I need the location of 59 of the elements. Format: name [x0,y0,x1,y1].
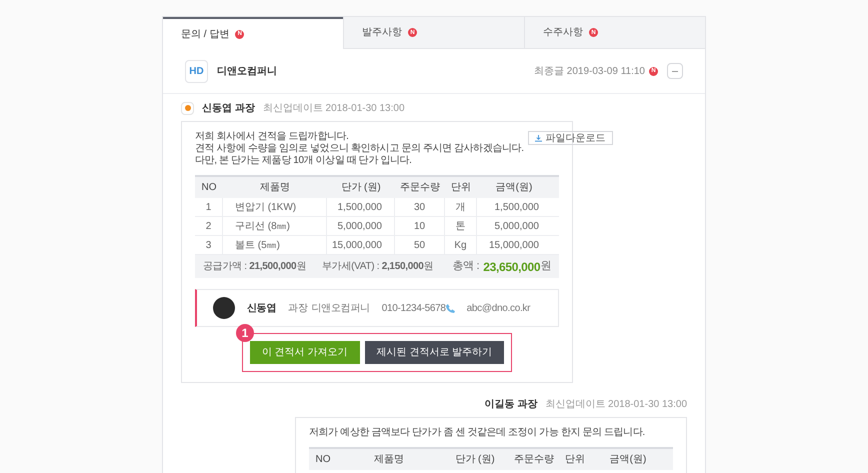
update-time: 최신업데이트 2018-01-30 13:00 [262,102,405,116]
table-cell: 15,000,000 [327,236,395,254]
column-header: 금액(원) [494,181,534,195]
column-header: 제품명 [373,453,405,467]
message-text: 저희 회사에서 견적을 드립까합니다. [195,131,350,143]
total-unit: 원 [540,259,551,274]
table-cell: 개 [445,198,477,216]
contact-title: 과장 [288,302,308,316]
column-header: 주문수량 [399,181,441,195]
table-cell: 구리선 (8㎜) [223,217,327,235]
column-header: NO [200,181,218,195]
phone-icon [446,304,455,312]
user-icon [181,102,194,114]
table-cell: Kg [445,236,477,254]
last-post-time: 최종글 2019-03-09 11:10 [534,64,645,78]
table-cell-text: 5,000,000 [494,220,540,234]
column-header: 단위 [564,453,586,467]
total-amount: 23,650,000 [483,258,540,276]
contact-company: 디앤오컴퍼니 [312,302,370,316]
action-button[interactable]: 제시된 견적서로 발주하기 [364,341,504,364]
company-name: 디앤오컴퍼니 [217,64,277,78]
update-time: 최신업데이트 2018-01-30 13:00 [545,398,687,412]
table-cell: 1 [195,198,223,216]
download-button[interactable]: 파일다운로드 [528,131,613,145]
column-header: 단가 (원) [454,453,496,467]
column-header: 제품명 [259,181,291,195]
table-cell: 변압기 (1KW) [223,198,327,216]
table-cell: 50 [395,236,445,254]
contact-email: abc@dno.co.kr [466,302,530,316]
total-label: 총액 : [452,259,480,274]
message-text: 저희가 예상한 금액보다 단가가 좀 센 것같은데 조정이 가능 한지 문의 드립니다. [309,427,645,439]
table-cell: 10 [395,217,445,235]
avatar [213,297,235,319]
message-text: 견적 사항에 수량을 임의로 넣었으니 확인하시고 문의 주시면 감사하겠습니다. [195,143,524,155]
vat-amount: 부가세(VAT) : 2,150,000원 [322,260,434,274]
table-cell: 볼트 (5㎜) [223,236,327,254]
table-cell: 5,000,000 [327,217,395,235]
table-cell: 3 [195,236,223,254]
author-name: 이길동 과장 [484,398,538,412]
download-icon [534,134,542,142]
company-logo: HD [185,60,208,82]
table-cell-text: 1,500,000 [494,200,540,214]
column-header: NO [314,453,332,467]
column-header: 주문수량 [513,453,555,467]
table-cell: 1,500,000 [327,198,395,216]
column-header: 단위 [450,181,472,195]
column-header: 금액(원) [608,453,648,467]
contact-phone: 010-1234-5678 [382,302,446,316]
supply-amount: 공급가액 : 21,500,000원 [203,260,306,274]
message-text: 다만, 본 단가는 제품당 10개 이상일 때 단가 입니다. [195,155,413,167]
contact-name: 신동엽 [247,302,276,316]
table-cell-text: 15,000,000 [488,238,540,252]
step-marker: 1 [236,324,254,342]
more-button[interactable] [667,63,683,79]
table-cell: 30 [395,198,445,216]
table-cell: 톤 [445,217,477,235]
author-name: 신동엽 과장 [202,102,255,116]
column-header: 단가 (원) [340,181,382,195]
table-cell: 2 [195,217,223,235]
